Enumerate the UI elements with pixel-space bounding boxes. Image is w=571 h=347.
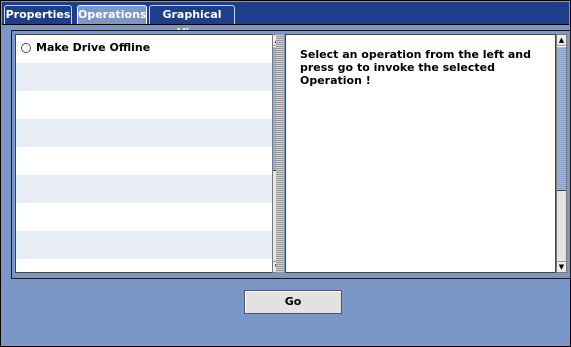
radio-button[interactable]: [21, 43, 31, 53]
list-item-empty: [16, 231, 272, 259]
split-pane-divider[interactable]: [276, 34, 284, 273]
list-item-empty: [16, 63, 272, 91]
tab-operations[interactable]: Operations: [77, 5, 147, 24]
tab-properties[interactable]: Properties: [4, 5, 72, 24]
list-item-empty: [16, 203, 272, 231]
operations-list: Make Drive Offline: [15, 34, 273, 273]
list-item[interactable]: Make Drive Offline: [16, 35, 272, 63]
list-item-empty: [16, 119, 272, 147]
scrollbar-thumb[interactable]: [557, 46, 566, 191]
tab-graphical-view[interactable]: Graphical View: [149, 5, 235, 39]
info-panel: Select an operation from the left and pr…: [285, 34, 556, 273]
list-item-empty: [16, 91, 272, 119]
list-item-empty: [16, 259, 272, 272]
list-item-empty: [16, 175, 272, 203]
operation-label: Make Drive Offline: [36, 41, 151, 54]
operations-panel: Make Drive Offline ▲ ▼ Select an operati…: [11, 30, 571, 279]
scroll-down-icon[interactable]: ▼: [557, 261, 566, 272]
list-item-empty: [16, 147, 272, 175]
info-panel-scrollbar[interactable]: ▲ ▼: [556, 34, 567, 273]
tab-strip: Properties Operations Graphical View: [2, 2, 569, 39]
scroll-up-icon[interactable]: ▲: [557, 35, 566, 46]
go-button[interactable]: Go: [244, 290, 342, 314]
info-text: Select an operation from the left and pr…: [300, 48, 531, 87]
operations-window: Properties Operations Graphical View Mak…: [0, 0, 571, 347]
